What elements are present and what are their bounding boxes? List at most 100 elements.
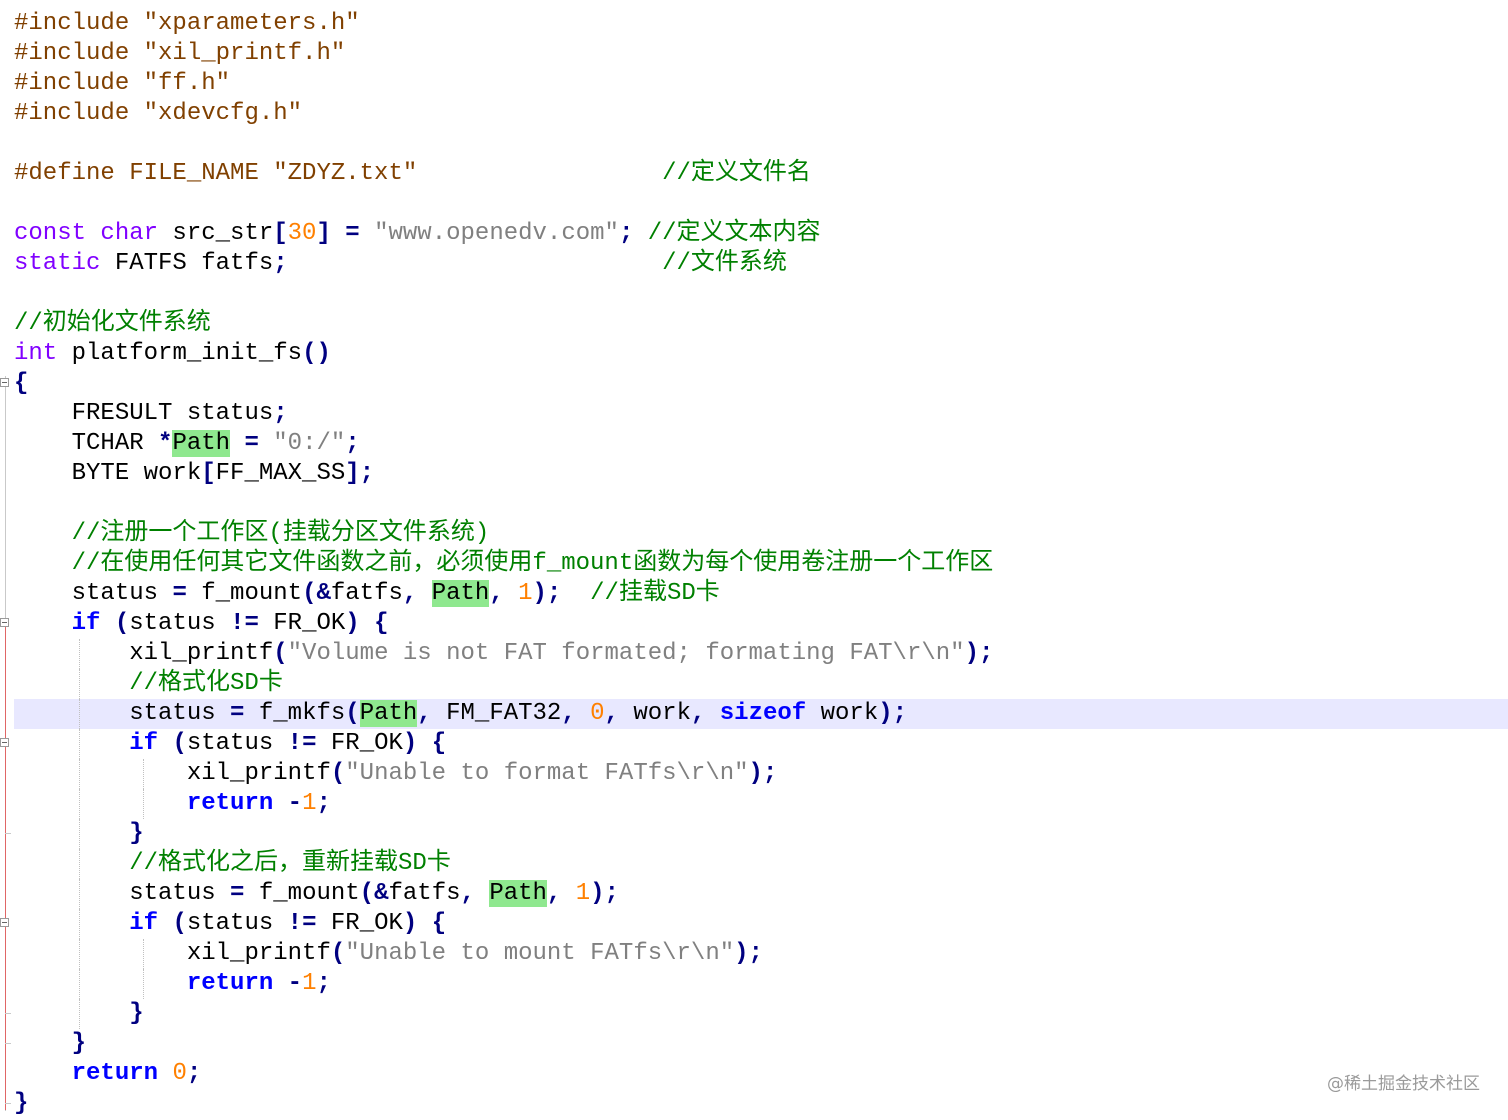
code-text-area[interactable]: #include "xparameters.h" #include "xil_pr… xyxy=(14,9,1508,1119)
code-line[interactable]: //在使用任何其它文件函数之前，必须使用f_mount函数为每个使用卷注册一个工… xyxy=(14,549,1508,579)
code-token: fatfs xyxy=(388,880,461,907)
code-token: FR_OK xyxy=(258,610,346,637)
indent-guide xyxy=(143,969,144,999)
code-line[interactable]: #include "xdevcfg.h" xyxy=(14,99,1508,129)
code-comment: //文件系统 xyxy=(662,250,787,277)
code-token: ); xyxy=(532,580,562,607)
code-line[interactable]: FRESULT status; xyxy=(14,399,1508,429)
code-line[interactable]: //格式化之后，重新挂载SD卡 xyxy=(14,849,1508,879)
code-line[interactable]: BYTE work[FF_MAX_SS]; xyxy=(14,459,1508,489)
code-line[interactable]: status = f_mkfs(Path, FM_FAT32, 0, work,… xyxy=(14,699,1508,729)
code-line[interactable]: if (status != FR_OK) { xyxy=(14,729,1508,759)
code-line[interactable]: #define FILE_NAME "ZDYZ.txt" //定义文件名 xyxy=(14,159,1508,189)
code-line[interactable]: const char src_str[30] = "www.openedv.co… xyxy=(14,219,1508,249)
code-line[interactable]: status = f_mount(&fatfs, Path, 1); //挂载S… xyxy=(14,579,1508,609)
fold-end-marker xyxy=(5,1043,11,1044)
code-line[interactable] xyxy=(14,279,1508,309)
code-line[interactable] xyxy=(14,129,1508,159)
code-token: xil_printf xyxy=(14,940,331,967)
fold-toggle-if-1[interactable] xyxy=(0,618,9,627)
code-comment: //注册一个工作区(挂载分区文件系统) xyxy=(71,520,490,547)
fold-toggle-if-2[interactable] xyxy=(0,738,9,747)
code-token: } xyxy=(129,820,144,847)
fold-toggle-function[interactable] xyxy=(0,378,9,387)
fold-margin[interactable] xyxy=(0,0,14,1120)
code-token: = xyxy=(230,880,245,907)
code-token: return xyxy=(71,1060,159,1087)
code-line[interactable]: //初始化文件系统 xyxy=(14,309,1508,339)
code-token: ( xyxy=(172,910,187,937)
code-token: , xyxy=(417,700,432,727)
code-token: ); xyxy=(734,940,763,967)
indent-guide xyxy=(79,879,80,909)
code-line[interactable]: TCHAR *Path = "0:/"; xyxy=(14,429,1508,459)
code-token: #include xyxy=(14,40,144,67)
code-token: ]; xyxy=(345,460,375,487)
code-token: ); xyxy=(748,760,778,787)
indent-guide xyxy=(79,759,80,789)
code-token: - xyxy=(287,790,303,817)
code-token: ] xyxy=(316,220,331,247)
code-token: ; xyxy=(316,790,331,817)
code-line[interactable]: //注册一个工作区(挂载分区文件系统) xyxy=(14,519,1508,549)
code-token: ); xyxy=(878,700,908,727)
indent-guide xyxy=(79,639,80,669)
code-token: [ xyxy=(201,460,216,487)
code-line[interactable]: #include "xil_printf.h" xyxy=(14,39,1508,69)
code-token: xil_printf xyxy=(14,760,331,787)
code-line[interactable]: } xyxy=(14,1029,1508,1059)
code-line[interactable]: xil_printf("Volume is not FAT formated; … xyxy=(14,639,1508,669)
code-string: "Volume is not FAT formated; formating F… xyxy=(287,640,965,667)
code-line[interactable]: #include "ff.h" xyxy=(14,69,1508,99)
code-token: FR_OK xyxy=(316,730,403,757)
code-token: ( xyxy=(330,940,346,967)
code-token: ; xyxy=(345,430,360,457)
code-token: , xyxy=(690,700,706,727)
code-line[interactable]: return -1; xyxy=(14,789,1508,819)
code-token: work xyxy=(806,700,879,727)
code-line[interactable]: return -1; xyxy=(14,969,1508,999)
code-comment: //挂载SD卡 xyxy=(590,580,720,607)
code-line[interactable]: return 0; xyxy=(14,1059,1508,1089)
code-line[interactable]: int platform_init_fs() xyxy=(14,339,1508,369)
code-token: "xdevcfg.h" xyxy=(143,100,303,127)
indent-guide xyxy=(143,789,144,819)
code-line[interactable]: status = f_mount(&fatfs, Path, 1); xyxy=(14,879,1508,909)
code-line[interactable]: xil_printf("Unable to format FATfs\r\n")… xyxy=(14,759,1508,789)
code-token: fatfs xyxy=(330,580,403,607)
code-line[interactable]: static FATFS fatfs; //文件系统 xyxy=(14,249,1508,279)
highlighted-token: Path xyxy=(431,580,490,607)
code-line[interactable]: if (status != FR_OK) { xyxy=(14,609,1508,639)
code-line[interactable]: if (status != FR_OK) { xyxy=(14,909,1508,939)
code-line[interactable]: } xyxy=(14,999,1508,1029)
code-token: platform_init_fs xyxy=(57,340,303,367)
code-token: { xyxy=(14,370,29,397)
fold-toggle-if-3[interactable] xyxy=(0,918,9,927)
code-token: ; xyxy=(316,970,331,997)
watermark: @稀土掘金技术社区 xyxy=(1327,1074,1480,1094)
code-token: 1 xyxy=(302,790,317,817)
code-string: "www.openedv.com" xyxy=(374,220,619,247)
fold-end-marker xyxy=(5,833,11,834)
code-line[interactable] xyxy=(14,189,1508,219)
code-token: ); xyxy=(964,640,994,667)
code-token: ; xyxy=(618,220,634,247)
code-token: #include xyxy=(14,100,144,127)
code-line[interactable]: } xyxy=(14,1089,1508,1119)
code-line[interactable]: //格式化SD卡 xyxy=(14,669,1508,699)
code-line[interactable] xyxy=(14,489,1508,519)
code-editor[interactable]: #include "xparameters.h" #include "xil_pr… xyxy=(0,0,1508,1120)
code-line[interactable]: { xyxy=(14,369,1508,399)
code-line[interactable]: xil_printf("Unable to mount FATfs\r\n"); xyxy=(14,939,1508,969)
code-line[interactable]: #include "xparameters.h" xyxy=(14,9,1508,39)
code-token: 1 xyxy=(575,880,591,907)
code-token: static xyxy=(14,250,101,277)
indent-guide xyxy=(79,909,80,939)
code-line[interactable]: } xyxy=(14,819,1508,849)
